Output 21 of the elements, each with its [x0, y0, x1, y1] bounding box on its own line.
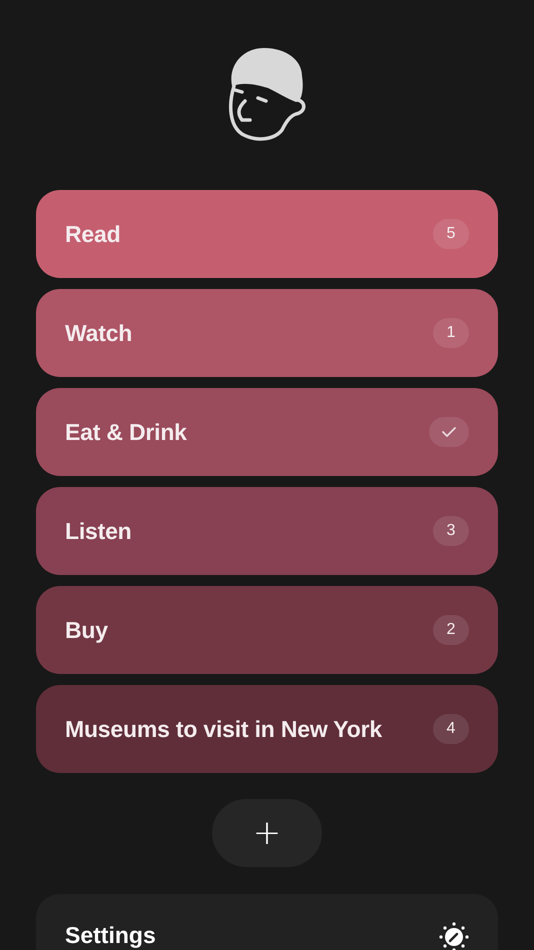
- list-name: Buy: [65, 616, 108, 644]
- list-card[interactable]: Listen 3: [36, 487, 498, 575]
- list-name: Museums to visit in New York: [65, 716, 382, 742]
- list-card[interactable]: Watch 1: [36, 289, 498, 377]
- list-card[interactable]: Museums to visit in New York 4: [36, 685, 498, 773]
- list-name: Eat & Drink: [65, 418, 187, 446]
- settings-card[interactable]: Settings: [36, 894, 498, 950]
- count-badge: 5: [433, 219, 469, 249]
- settings-icon[interactable]: [439, 922, 469, 950]
- list-card[interactable]: Eat & Drink: [36, 388, 498, 476]
- checkmark-icon: [429, 417, 469, 447]
- count-badge: 4: [433, 714, 469, 744]
- add-button[interactable]: +: [212, 799, 322, 867]
- list-card[interactable]: Buy 2: [36, 586, 498, 674]
- count-badge: 3: [433, 516, 469, 546]
- list-name: Watch: [65, 320, 132, 346]
- count-badge: 1: [433, 318, 469, 348]
- list-name: Read: [65, 220, 120, 248]
- count-badge: 2: [433, 615, 469, 645]
- list-name: Listen: [65, 518, 132, 544]
- settings-label: Settings: [65, 922, 156, 950]
